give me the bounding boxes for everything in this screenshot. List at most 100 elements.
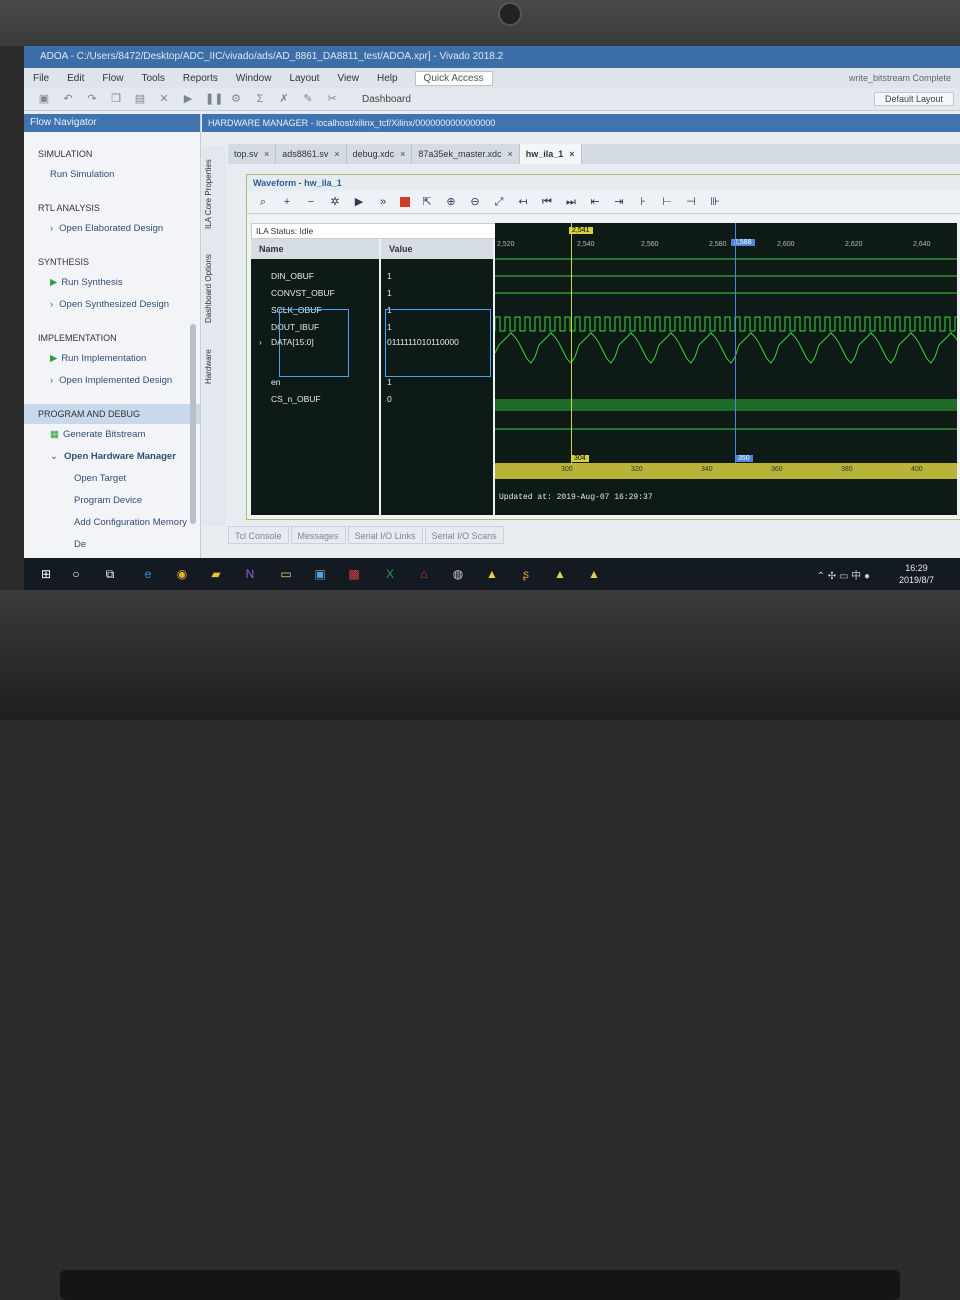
blue-marker[interactable]: 350 [735, 455, 753, 462]
nav-run-synthesis[interactable]: ▶ Run Synthesis [24, 272, 200, 294]
close-icon[interactable]: × [334, 149, 339, 159]
bus-expand-icon[interactable]: › [259, 335, 262, 349]
waveform-canvas[interactable]: 2,520 2,540 2,560 2,580 2,600 2,620 2,64… [495, 223, 957, 515]
tab-serial-io-scans[interactable]: Serial I/O Scans [424, 526, 504, 544]
yellow-marker[interactable]: 304 [571, 455, 589, 462]
windows-start-icon[interactable]: ⊞ [38, 566, 54, 582]
menu-reports[interactable]: Reports [174, 73, 227, 84]
close-icon[interactable]: × [264, 149, 269, 159]
run-icon[interactable]: ▶ [181, 93, 195, 105]
swap-cursor-icon[interactable]: ⊪ [708, 195, 722, 209]
tab-tcl-console[interactable]: Tcl Console [228, 526, 289, 544]
delete-icon[interactable]: ✕ [157, 93, 171, 105]
excel-icon[interactable]: X [382, 566, 398, 582]
chrome-icon[interactable]: ◉ [174, 566, 190, 582]
redo-icon[interactable]: ↷ [85, 93, 99, 105]
zoom-fit-icon[interactable]: ⤢ [492, 195, 506, 209]
paste-icon[interactable]: ▤ [133, 93, 147, 105]
run-trigger-icon[interactable]: ▶ [352, 195, 366, 209]
section-rtl-analysis[interactable]: RTL ANALYSIS [24, 198, 200, 218]
undo-icon[interactable]: ↶ [61, 93, 75, 105]
pdf-reader-icon[interactable]: ⌂ [416, 566, 432, 582]
sigma-icon[interactable]: Σ [253, 93, 267, 105]
search-icon[interactable]: ○ [68, 566, 84, 582]
next-transition-icon[interactable]: ⇥ [612, 195, 626, 209]
goto-cursor-icon[interactable]: ↤ [516, 195, 530, 209]
app-icon[interactable]: ʂ [518, 566, 534, 582]
settings-icon[interactable]: ✲ [328, 195, 342, 209]
edge-icon[interactable]: e [140, 566, 156, 582]
nav-program-device[interactable]: Program Device [24, 490, 200, 512]
close-icon[interactable]: × [507, 149, 512, 159]
tab-master-xdc[interactable]: 87a35ek_master.xdc × [412, 144, 520, 164]
tab-debug-xdc[interactable]: debug.xdc × [347, 144, 413, 164]
menu-tools[interactable]: Tools [132, 73, 173, 84]
menu-help[interactable]: Help [368, 73, 407, 84]
nav-scrollbar[interactable] [190, 324, 196, 524]
add-icon[interactable]: + [280, 195, 294, 209]
yellow-cursor-label[interactable]: 2,541 [569, 227, 593, 234]
nav-open-synthesized[interactable]: › Open Synthesized Design [24, 294, 200, 316]
signal-convst[interactable]: CONVST_OBUF [271, 286, 335, 300]
menu-flow[interactable]: Flow [93, 73, 132, 84]
system-clock[interactable]: 16:29 2019/8/7 [899, 562, 934, 586]
goto-end-icon[interactable]: ⏭ [564, 195, 578, 209]
nav-add-config-memory[interactable]: Add Configuration Memory De [24, 512, 200, 550]
side-tab-hardware[interactable]: Hardware [204, 342, 224, 392]
signal-en[interactable]: en [271, 375, 280, 389]
nav-open-hardware-manager[interactable]: ⌄ Open Hardware Manager [24, 446, 200, 468]
tab-ads8861-sv[interactable]: ads8861.sv × [276, 144, 347, 164]
tray-ime-label[interactable]: 中 [851, 571, 861, 582]
menu-window[interactable]: Window [227, 73, 281, 84]
task-view-icon[interactable]: ⧉ [102, 566, 118, 582]
tab-serial-io-links[interactable]: Serial I/O Links [347, 526, 423, 544]
section-synthesis[interactable]: SYNTHESIS [24, 252, 200, 272]
tray-user-icon[interactable]: ● [864, 571, 870, 582]
quick-access-input[interactable]: Quick Access [414, 70, 493, 86]
yellow-cursor[interactable] [571, 223, 572, 463]
settings-icon[interactable]: ⚙ [229, 93, 243, 105]
app-icon[interactable]: ▣ [312, 566, 328, 582]
dashboard-dropdown[interactable]: Dashboard [362, 94, 411, 105]
zoom-in-icon[interactable]: ⊕ [444, 195, 458, 209]
nav-open-elaborated[interactable]: › Open Elaborated Design [24, 218, 200, 240]
prev-marker-icon[interactable]: ⊢ [660, 195, 674, 209]
goto-start-icon[interactable]: ⏮ [540, 195, 554, 209]
blue-cursor[interactable] [735, 223, 736, 463]
close-icon[interactable]: × [400, 149, 405, 159]
vivado-icon[interactable]: ▲ [586, 566, 602, 582]
section-simulation[interactable]: SIMULATION [24, 144, 200, 164]
zoom-out-icon[interactable]: ⊖ [468, 195, 482, 209]
nav-run-simulation[interactable]: Run Simulation [24, 164, 200, 186]
side-tab-dashboard-options[interactable]: Dashboard Options [204, 246, 224, 332]
layout-dropdown[interactable]: Default Layout [873, 92, 954, 106]
save-icon[interactable]: ▣ [37, 93, 51, 105]
app-icon[interactable]: ▩ [346, 566, 362, 582]
pin-icon[interactable]: ✂ [325, 93, 339, 105]
app-icon[interactable]: ◍ [450, 566, 466, 582]
nav-open-implemented[interactable]: › Open Implemented Design [24, 370, 200, 392]
nav-open-target[interactable]: Open Target [24, 468, 200, 490]
search-icon[interactable]: ⌕ [256, 195, 270, 209]
section-program-debug[interactable]: PROGRAM AND DEBUG [24, 404, 200, 424]
side-tab-ila-props[interactable]: ILA Core Properties [204, 154, 224, 234]
tray-battery-icon[interactable]: ▭ [839, 571, 851, 582]
tab-hw-ila-1[interactable]: hw_ila_1 × [519, 144, 582, 164]
cross-icon[interactable]: ✗ [277, 93, 291, 105]
signal-data-bus[interactable]: DATA[15:0] [271, 335, 314, 349]
sticky-notes-icon[interactable]: ▰ [208, 566, 224, 582]
pause-icon[interactable]: ❚❚ [205, 93, 223, 105]
vivado-icon[interactable]: ▲ [484, 566, 500, 582]
menu-layout[interactable]: Layout [280, 73, 328, 84]
section-implementation[interactable]: IMPLEMENTATION [24, 328, 200, 348]
stop-icon[interactable] [400, 197, 410, 207]
close-icon[interactable]: × [569, 149, 574, 159]
export-icon[interactable]: ⇱ [420, 195, 434, 209]
next-marker-icon[interactable]: ⊣ [684, 195, 698, 209]
nav-run-implementation[interactable]: ▶ Run Implementation [24, 348, 200, 370]
tab-messages[interactable]: Messages [290, 526, 346, 544]
file-explorer-icon[interactable]: ▭ [278, 566, 294, 582]
vivado-icon[interactable]: ▲ [552, 566, 568, 582]
remove-icon[interactable]: − [304, 195, 318, 209]
signal-din[interactable]: DIN_OBUF [271, 269, 314, 283]
